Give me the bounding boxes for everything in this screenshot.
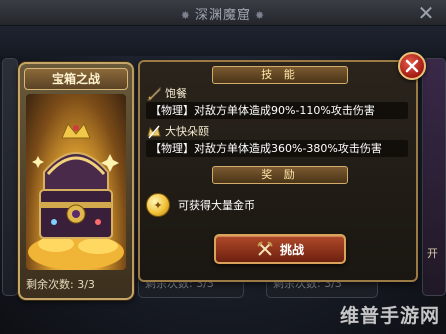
treasure-battle-card[interactable]: 宝箱之战 剩余次数: 3/3 [18,62,134,300]
crown-slash-icon [147,125,161,139]
gear-ornament-icon: ✸ [180,9,191,22]
challenge-button-label: 挑战 [279,242,304,257]
site-watermark: 维普手游网 [339,305,440,327]
close-button[interactable] [398,52,426,80]
skill-2-header: 大快朵颐 [146,124,408,140]
close-icon [405,59,419,73]
background-card-left[interactable] [2,58,18,296]
skill-info-panel: 技 能 饱餐 【物理】对敌方单体造成90%-110%攻击伤害 大快朵颐 【物理】… [138,60,418,282]
background-card-right[interactable]: 开 [422,58,446,296]
gear-ornament-icon: ✸ [255,9,266,22]
skill-1-header: 饱餐 [146,86,408,102]
sword-icon [146,86,161,101]
treasure-remaining-count: 剩余次数: 3/3 [26,278,95,291]
skill-1-description: 【物理】对敌方单体造成90%-110%攻击伤害 [146,102,408,119]
top-bar: ✸ 深渊魔窟 ✸ ✕ [0,0,446,26]
treasure-chest-illustration [26,94,126,270]
skill-1-name: 饱餐 [165,87,187,100]
screen-title-text: 深渊魔窟 [194,8,251,23]
skills-section-header: 技 能 [212,66,348,84]
skill-2-name: 大快朵颐 [165,125,209,138]
screen-title: ✸ 深渊魔窟 ✸ [0,4,446,23]
challenge-button[interactable]: 挑战 [214,234,346,264]
skill-2-description: 【物理】对敌方单体造成360%-380%攻击伤害 [146,140,408,157]
treasure-card-title: 宝箱之战 [24,68,128,90]
card-partial-label: 开 [427,247,438,260]
crossed-swords-icon [257,241,273,256]
reward-text: 可获得大量金币 [178,199,255,212]
screen-close-icon[interactable]: ✕ [414,2,438,24]
rewards-section-header: 奖 励 [212,166,348,184]
reward-item: ✦ 可获得大量金币 [146,190,408,220]
treasure-chest-icon [28,123,124,270]
background-strip [0,26,446,56]
gold-coin-icon: ✦ [146,193,170,217]
